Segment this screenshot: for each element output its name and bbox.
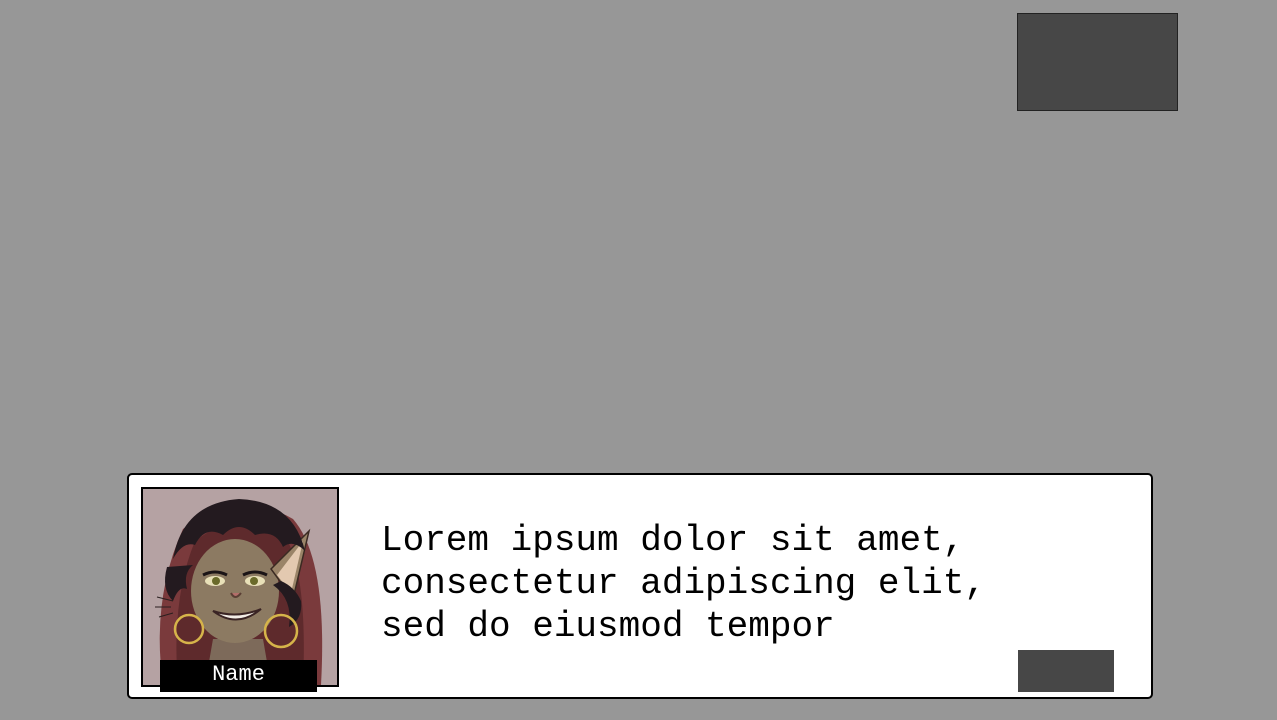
dialogue-line: Lorem ipsum dolor sit amet, bbox=[381, 520, 965, 561]
dialogue-line: consectetur adipiscing elit, bbox=[381, 563, 986, 604]
dialogue-line: sed do eiusmod tempor bbox=[381, 606, 835, 647]
speaker-name-plate: Name bbox=[160, 660, 317, 692]
menu-panel[interactable] bbox=[1017, 13, 1178, 111]
speaker-portrait bbox=[141, 487, 339, 687]
dialogue-box[interactable]: Name Lorem ipsum dolor sit amet, consect… bbox=[127, 473, 1153, 699]
continue-button[interactable] bbox=[1018, 650, 1114, 692]
character-portrait-image bbox=[143, 489, 337, 685]
dialogue-text: Lorem ipsum dolor sit amet, consectetur … bbox=[381, 519, 986, 648]
